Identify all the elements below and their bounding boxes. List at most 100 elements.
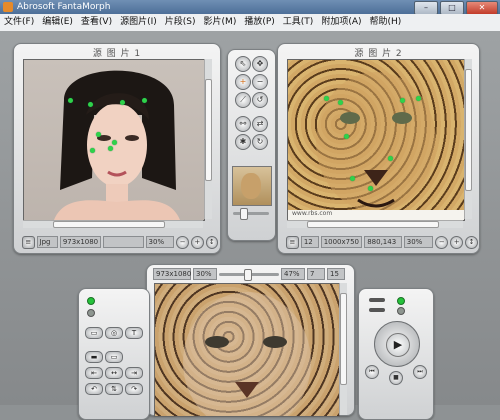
coords-field: 880,143 (364, 236, 402, 248)
preview-slider-handle[interactable] (244, 269, 253, 281)
align-center-button[interactable]: ↔ (105, 367, 123, 379)
scroll-thumb[interactable] (307, 221, 439, 228)
menu-tools[interactable]: 工具(T) (279, 14, 318, 31)
arrow-tool-icon[interactable]: ⇖ (235, 56, 251, 72)
link-tool-icon[interactable]: ⚯ (235, 116, 251, 132)
horizontal-scrollbar[interactable] (287, 220, 463, 228)
hide-points-button[interactable]: ▭ (85, 327, 103, 339)
vertical-scrollbar[interactable] (204, 59, 212, 219)
minimize-button[interactable]: – (414, 1, 438, 15)
morph-point[interactable] (120, 100, 125, 105)
morph-point[interactable] (416, 96, 421, 101)
rotate-left-button[interactable]: ↶ (85, 383, 103, 395)
menu-sequence[interactable]: 片段(S) (161, 14, 200, 31)
morph-point[interactable] (112, 140, 117, 145)
source-image-2[interactable]: www.rbs.com (287, 59, 465, 221)
reset-icon[interactable]: ↻ (252, 134, 268, 150)
zoom-in-icon[interactable]: + (191, 235, 204, 249)
add-point-icon[interactable]: + (235, 74, 251, 90)
morph-point[interactable] (368, 186, 373, 191)
stop-icon[interactable]: ■ (389, 371, 403, 385)
menu-view[interactable]: 查看(V) (77, 14, 116, 31)
source-image-1[interactable] (23, 59, 205, 221)
settings-icon[interactable]: ✱ (235, 134, 251, 150)
zoom-field[interactable]: 30% (403, 236, 434, 248)
show-points-button[interactable]: ◎ (105, 327, 123, 339)
curve-tool-icon[interactable]: ↺ (252, 92, 268, 108)
maximize-button[interactable]: □ (440, 1, 464, 15)
play-icon[interactable]: ▶ (386, 333, 410, 357)
text-tool-button[interactable]: T (125, 327, 143, 339)
preview-size-field: 973x1080 (153, 268, 191, 280)
scroll-thumb[interactable] (205, 79, 212, 181)
fit-icon[interactable]: ↕ (465, 235, 478, 249)
zoom-field[interactable]: 30% (145, 236, 175, 248)
preview-slider[interactable] (219, 269, 279, 281)
zoom-out-icon[interactable]: − (435, 235, 449, 249)
morph-point[interactable] (338, 100, 343, 105)
morph-point[interactable] (388, 156, 393, 161)
morph-preview-image[interactable] (154, 283, 340, 417)
morph-point[interactable] (142, 98, 147, 103)
zoom-in-icon[interactable]: + (450, 235, 464, 249)
preview-zoom-field[interactable]: 30% (193, 268, 217, 280)
zoom-out-icon[interactable]: − (176, 235, 189, 249)
thumbnail-slider-handle[interactable] (240, 208, 248, 220)
morph-point[interactable] (324, 96, 329, 101)
morph-point[interactable] (350, 176, 355, 181)
morph-point[interactable] (90, 148, 95, 153)
remove-point-icon[interactable]: − (252, 74, 268, 90)
swap-tool-icon[interactable]: ⇄ (252, 116, 268, 132)
panel-title: 源 图 片 2 (354, 49, 403, 59)
workspace: 源 图 片 1 ≡ Jpg 973x1080 30% − + ↕ ⇖ ✥ + −… (0, 31, 500, 420)
status-led (87, 309, 95, 317)
image-menu-icon[interactable]: ≡ (286, 235, 299, 249)
menu-bar: 文件(F) 编辑(E) 查看(V) 源图片(I) 片段(S) 影片(M) 播放(… (0, 14, 500, 32)
thumbnail-slider[interactable] (233, 212, 269, 215)
vertical-scrollbar[interactable] (339, 283, 347, 415)
morph-point[interactable] (108, 146, 113, 151)
menu-file[interactable]: 文件(F) (0, 14, 38, 31)
move-tool-icon[interactable]: ✥ (252, 56, 268, 72)
horizontal-scrollbar[interactable] (23, 220, 203, 228)
menu-source-image[interactable]: 源图片(I) (116, 14, 161, 31)
track-indicator (369, 298, 385, 302)
outline-button[interactable]: ▭ (105, 351, 123, 363)
morph-point[interactable] (68, 98, 73, 103)
flip-button[interactable]: ⇅ (105, 383, 123, 395)
morph-point[interactable] (344, 134, 349, 139)
thumbnail-preview[interactable] (232, 166, 272, 206)
last-frame-icon[interactable]: ⏭ (413, 365, 427, 379)
frame-field: 7 (307, 268, 325, 280)
rotate-right-button[interactable]: ↷ (125, 383, 143, 395)
watermark-text: www.rbs.com (292, 210, 333, 217)
align-left-button[interactable]: ⇤ (85, 367, 103, 379)
menu-play[interactable]: 播放(P) (240, 14, 278, 31)
scroll-thumb[interactable] (465, 69, 472, 191)
align-right-button[interactable]: ⇥ (125, 367, 143, 379)
morph-point[interactable] (400, 98, 405, 103)
window-title: Abrosoft FantaMorph (17, 2, 111, 12)
menu-addons[interactable]: 附加项(A) (317, 14, 365, 31)
scroll-thumb[interactable] (340, 293, 347, 385)
total-frames-field: 15 (327, 268, 345, 280)
first-frame-icon[interactable]: ⏮ (365, 365, 379, 379)
left-control-panel: ▭ ◎ T ▬ ▭ ⇤ ↔ ⇥ ↶ ⇅ ↷ (78, 288, 150, 420)
index-field: 12 (300, 236, 319, 248)
fit-icon[interactable]: ↕ (205, 235, 219, 249)
menu-movie[interactable]: 影片(M) (200, 14, 241, 31)
coords-field (103, 236, 144, 248)
menu-edit[interactable]: 编辑(E) (38, 14, 77, 31)
image-menu-icon[interactable]: ≡ (22, 235, 35, 249)
menu-help[interactable]: 帮助(H) (366, 14, 406, 31)
close-button[interactable]: ✕ (466, 1, 498, 15)
scroll-thumb[interactable] (53, 221, 165, 228)
line-tool-icon[interactable]: ⟋ (235, 92, 251, 108)
morph-point[interactable] (88, 102, 93, 107)
player-panel: ▶ ⏮ ■ ⏭ (358, 288, 434, 420)
morph-point[interactable] (96, 132, 101, 137)
line-button[interactable]: ▬ (85, 351, 103, 363)
status-led (87, 297, 95, 305)
tool-strip: ⇖ ✥ + − ⟋ ↺ ⚯ ⇄ ✱ ↻ (227, 49, 276, 241)
vertical-scrollbar[interactable] (464, 59, 472, 219)
